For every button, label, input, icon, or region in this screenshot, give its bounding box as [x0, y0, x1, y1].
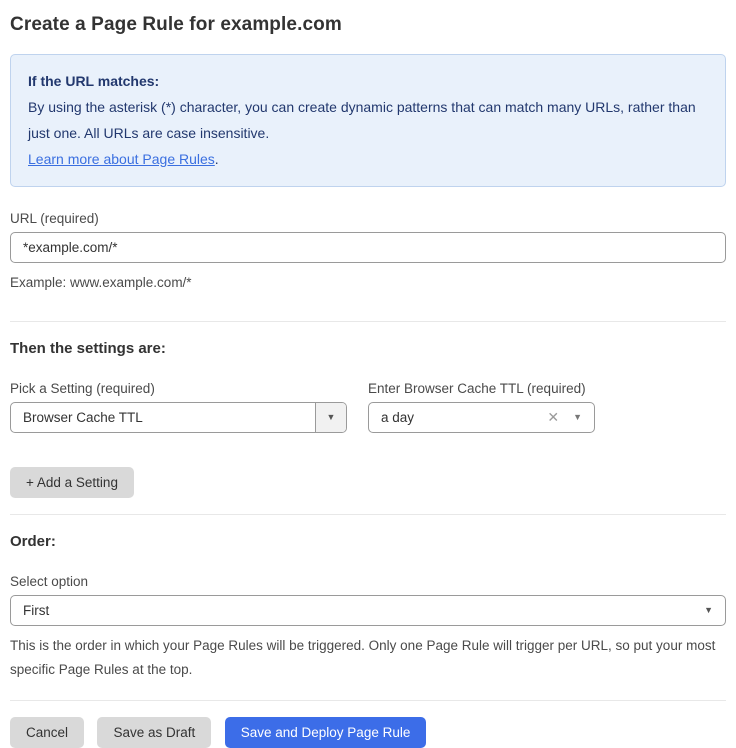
info-box-heading: If the URL matches:: [28, 68, 708, 94]
pick-setting-caret-segment[interactable]: ▼: [315, 403, 346, 432]
cancel-button[interactable]: Cancel: [10, 717, 84, 748]
order-helper-text: This is the order in which your Page Rul…: [10, 634, 726, 682]
page-rule-form: Create a Page Rule for example.com If th…: [0, 0, 736, 748]
settings-section-heading: Then the settings are:: [10, 340, 726, 357]
ttl-setting-column: Enter Browser Cache TTL (required) a day…: [368, 381, 595, 433]
save-and-deploy-button[interactable]: Save and Deploy Page Rule: [225, 717, 427, 748]
link-suffix: .: [215, 151, 219, 167]
chevron-down-icon: ▼: [573, 413, 582, 422]
url-helper-text: Example: www.example.com/*: [10, 271, 726, 295]
info-box-body-text: By using the asterisk (*) character, you…: [28, 99, 696, 141]
ttl-setting-value: a day: [369, 410, 547, 425]
pick-setting-value: Browser Cache TTL: [11, 410, 315, 425]
order-select-value: First: [11, 603, 704, 618]
pick-setting-select[interactable]: Browser Cache TTL ▼: [10, 402, 347, 433]
ttl-setting-label: Enter Browser Cache TTL (required): [368, 381, 595, 396]
add-setting-button[interactable]: + Add a Setting: [10, 467, 134, 498]
chevron-down-icon: ▼: [704, 606, 713, 615]
order-select[interactable]: First ▼: [10, 595, 726, 626]
url-match-info-box: If the URL matches: By using the asteris…: [10, 54, 726, 187]
footer-buttons: Cancel Save as Draft Save and Deploy Pag…: [10, 717, 726, 748]
ttl-setting-select[interactable]: a day ✕ ▼: [368, 402, 595, 433]
learn-more-link[interactable]: Learn more about Page Rules: [28, 151, 215, 167]
divider: [10, 321, 726, 322]
url-input[interactable]: [10, 232, 726, 263]
info-box-body: By using the asterisk (*) character, you…: [28, 94, 708, 172]
order-section-heading: Order:: [10, 533, 726, 550]
save-as-draft-button[interactable]: Save as Draft: [97, 717, 211, 748]
pick-setting-label: Pick a Setting (required): [10, 381, 347, 396]
divider: [10, 700, 726, 701]
url-field-label: URL (required): [10, 211, 726, 226]
settings-row: Pick a Setting (required) Browser Cache …: [10, 381, 726, 433]
divider: [10, 514, 726, 515]
order-select-label: Select option: [10, 574, 726, 589]
chevron-down-icon: ▼: [327, 413, 336, 422]
clear-icon[interactable]: ✕: [547, 409, 559, 426]
pick-setting-column: Pick a Setting (required) Browser Cache …: [10, 381, 347, 433]
page-title: Create a Page Rule for example.com: [10, 14, 726, 36]
